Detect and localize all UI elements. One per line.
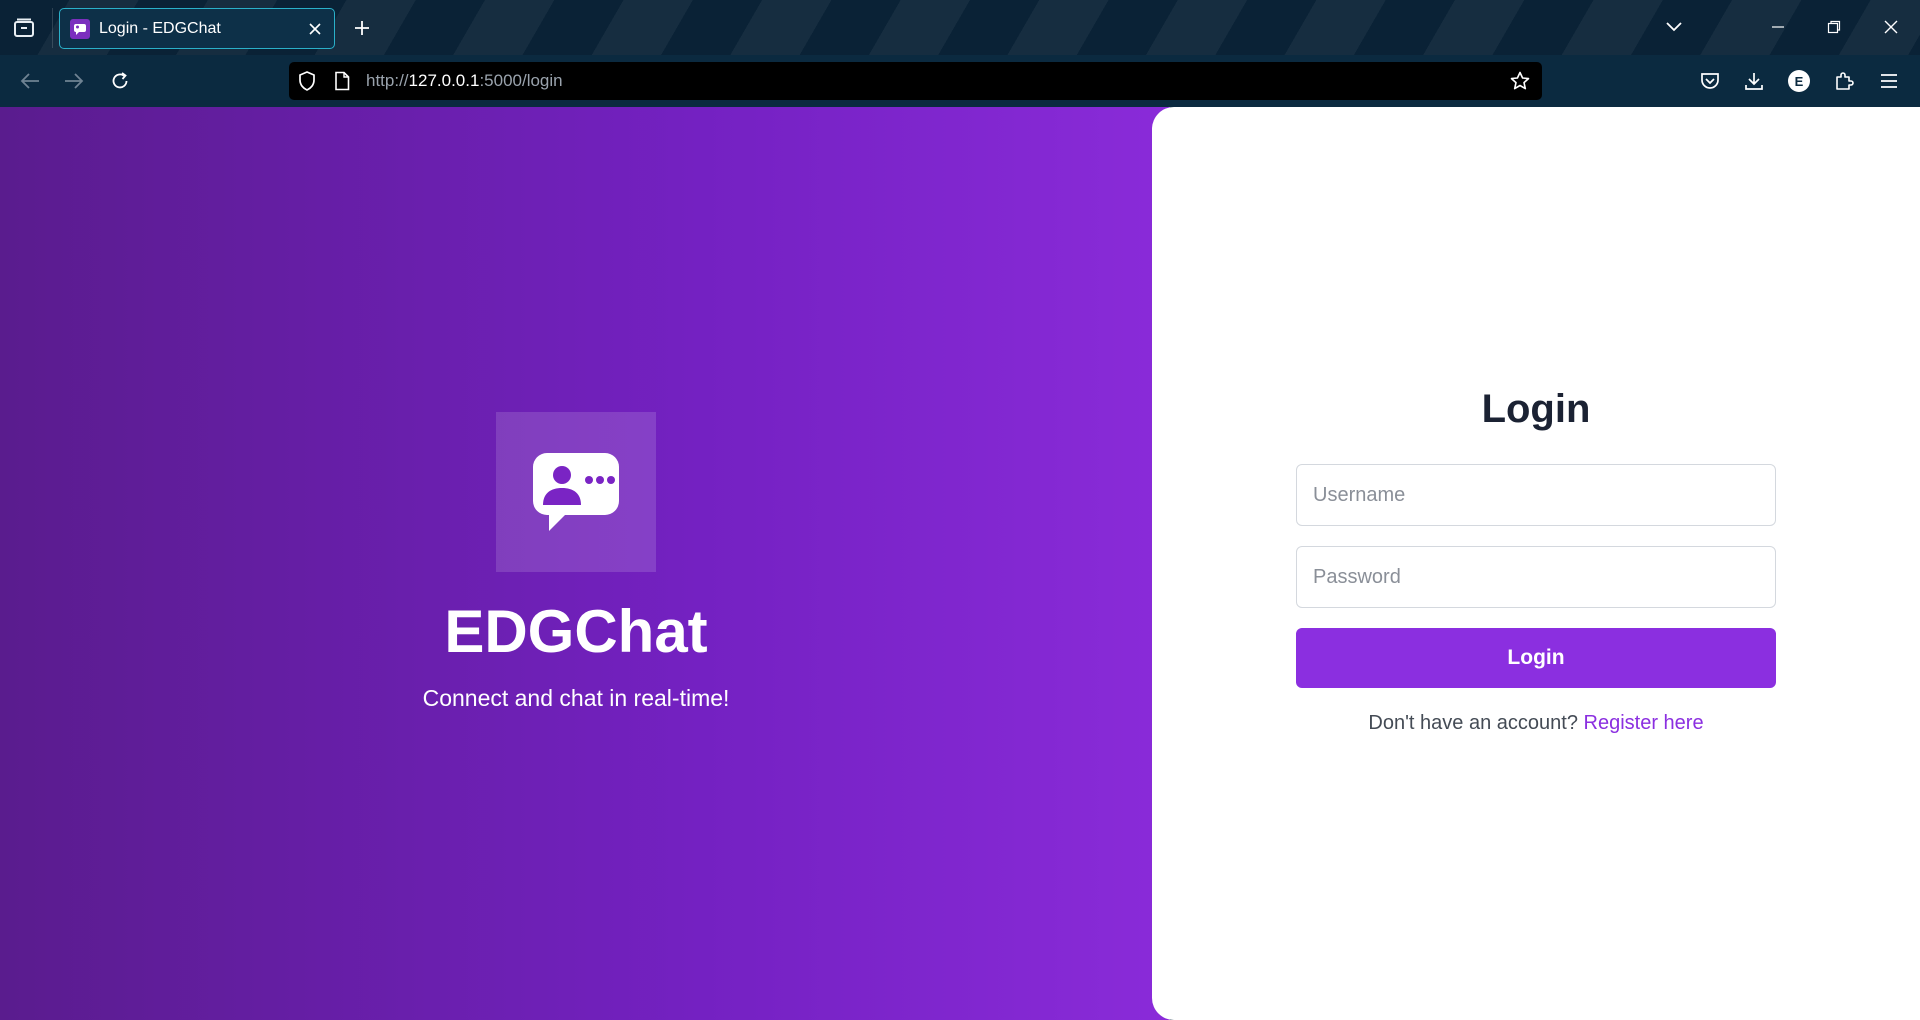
close-icon (309, 22, 321, 35)
tab-bar: Login - EDGChat (0, 0, 1920, 55)
plus-icon (355, 21, 369, 35)
app-name: EDGChat (444, 598, 708, 665)
tab-login-edgchat[interactable]: Login - EDGChat (59, 8, 335, 49)
page-content: EDGChat Connect and chat in real-time! L… (0, 107, 1920, 1020)
page-info-button[interactable] (331, 70, 353, 92)
tracking-protection-button[interactable] (296, 70, 318, 92)
hamburger-menu-icon (1881, 74, 1897, 88)
account-avatar: E (1788, 70, 1810, 92)
pocket-icon (1701, 73, 1719, 89)
bookmark-button[interactable] (1509, 70, 1531, 92)
account-button[interactable]: E (1781, 63, 1817, 99)
url-bar[interactable]: http://127.0.0.1:5000/login (289, 62, 1542, 100)
account-initial: E (1794, 73, 1804, 89)
minimize-button[interactable] (1758, 8, 1798, 46)
restore-button[interactable] (1814, 8, 1854, 46)
restore-icon (1827, 20, 1841, 34)
url-host: 127.0.0.1 (408, 71, 480, 90)
chevron-down-icon (1666, 22, 1682, 32)
navigation-bar: http://127.0.0.1:5000/login E (0, 55, 1920, 107)
login-title: Login (1481, 387, 1591, 431)
forward-button[interactable] (56, 63, 92, 99)
arrow-right-icon (65, 73, 84, 89)
url-text: http://127.0.0.1:5000/login (366, 71, 563, 91)
tab-list-icon (14, 18, 34, 37)
shield-icon (299, 71, 315, 91)
login-panel: Login Login Don't have an account? Regis… (1152, 107, 1920, 1020)
app-tagline: Connect and chat in real-time! (422, 685, 730, 711)
username-input[interactable] (1296, 464, 1776, 526)
reload-icon (112, 72, 128, 89)
tab-divider (52, 8, 53, 48)
tab-close-button[interactable] (302, 16, 328, 42)
pocket-button[interactable] (1692, 63, 1728, 99)
chat-user-bubble-icon (533, 453, 619, 531)
list-all-tabs-button[interactable] (8, 12, 40, 44)
reload-button[interactable] (102, 63, 138, 99)
puzzle-icon (1836, 72, 1854, 90)
tab-overflow-button[interactable] (1654, 8, 1694, 46)
page-icon (335, 71, 350, 91)
url-scheme: http:// (366, 71, 409, 90)
close-icon (1884, 20, 1898, 34)
download-icon (1745, 73, 1763, 90)
close-window-button[interactable] (1871, 8, 1911, 46)
menu-button[interactable] (1871, 63, 1907, 99)
downloads-button[interactable] (1736, 63, 1772, 99)
login-button[interactable]: Login (1296, 628, 1776, 688)
star-icon (1510, 71, 1530, 90)
extensions-button[interactable] (1826, 63, 1862, 99)
arrow-left-icon (20, 73, 39, 89)
register-prompt: Don't have an account? Register here (1152, 712, 1920, 735)
register-prompt-text: Don't have an account? (1368, 712, 1578, 734)
new-tab-button[interactable] (346, 12, 378, 44)
tab-title: Login - EDGChat (99, 19, 221, 37)
register-link[interactable]: Register here (1584, 712, 1704, 734)
password-input[interactable] (1296, 546, 1776, 608)
back-button[interactable] (12, 63, 48, 99)
url-path: :5000/login (479, 71, 563, 90)
favicon-icon (70, 18, 90, 39)
minimize-icon (1772, 26, 1784, 28)
hero-panel: EDGChat Connect and chat in real-time! (0, 107, 1170, 1020)
app-logo (496, 412, 656, 572)
